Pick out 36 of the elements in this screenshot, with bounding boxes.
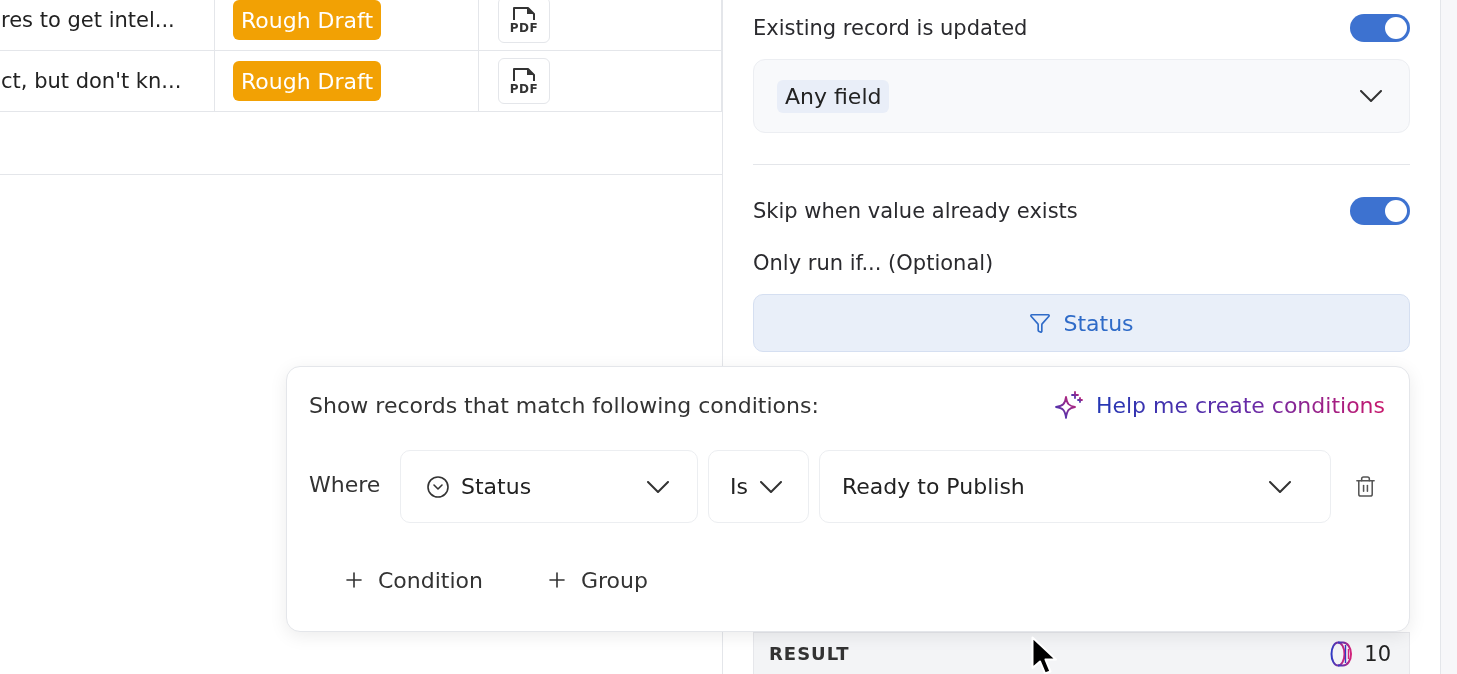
section-label: Only run if... (Optional)	[753, 251, 994, 275]
file-icon	[512, 66, 536, 81]
file-thumbnail[interactable]: PDF	[498, 0, 550, 43]
credit-count: 10	[1364, 641, 1391, 666]
field-select[interactable]: Any field	[753, 59, 1410, 133]
table-cell: ct, but don't kn...	[0, 51, 215, 111]
chevron-down-icon	[647, 480, 669, 493]
sparkle-icon	[1054, 391, 1083, 419]
trash-icon[interactable]	[1354, 475, 1377, 498]
circle-chevron-icon	[426, 474, 450, 499]
field-chip: Any field	[777, 79, 890, 113]
add-button[interactable]: Group	[529, 556, 664, 604]
chevron-down-icon	[1269, 480, 1291, 493]
file-thumbnail[interactable]: PDF	[498, 58, 550, 104]
toggle-label: Existing record is updated	[753, 16, 1028, 40]
popover-heading: Show records that match following conditions:	[309, 392, 819, 418]
file-type-label: PDF	[509, 82, 539, 96]
file-icon	[512, 5, 536, 20]
file-type-label: PDF	[509, 21, 539, 35]
coin-icon	[1330, 640, 1353, 667]
status-tag: Rough Draft	[233, 61, 382, 101]
chevron-down-icon	[759, 480, 782, 493]
add-button[interactable]: Condition	[326, 556, 499, 604]
chevron-down-icon	[1360, 90, 1382, 102]
result-label: RESULT	[769, 643, 850, 664]
operator-select[interactable]: Is	[708, 450, 809, 523]
table-cell: res to get intel...	[0, 0, 215, 50]
where-label: Where	[309, 472, 382, 497]
field-select[interactable]: Status	[400, 450, 698, 523]
filter-icon	[1029, 312, 1052, 334]
value-select[interactable]: Ready to Publish	[819, 450, 1331, 523]
toggle-switch[interactable]	[1350, 14, 1410, 42]
toggle-label: Skip when value already exists	[753, 199, 1078, 223]
status-tag: Rough Draft	[233, 0, 382, 40]
toggle-switch[interactable]	[1350, 197, 1410, 225]
filter-button[interactable]: Status	[753, 294, 1410, 352]
